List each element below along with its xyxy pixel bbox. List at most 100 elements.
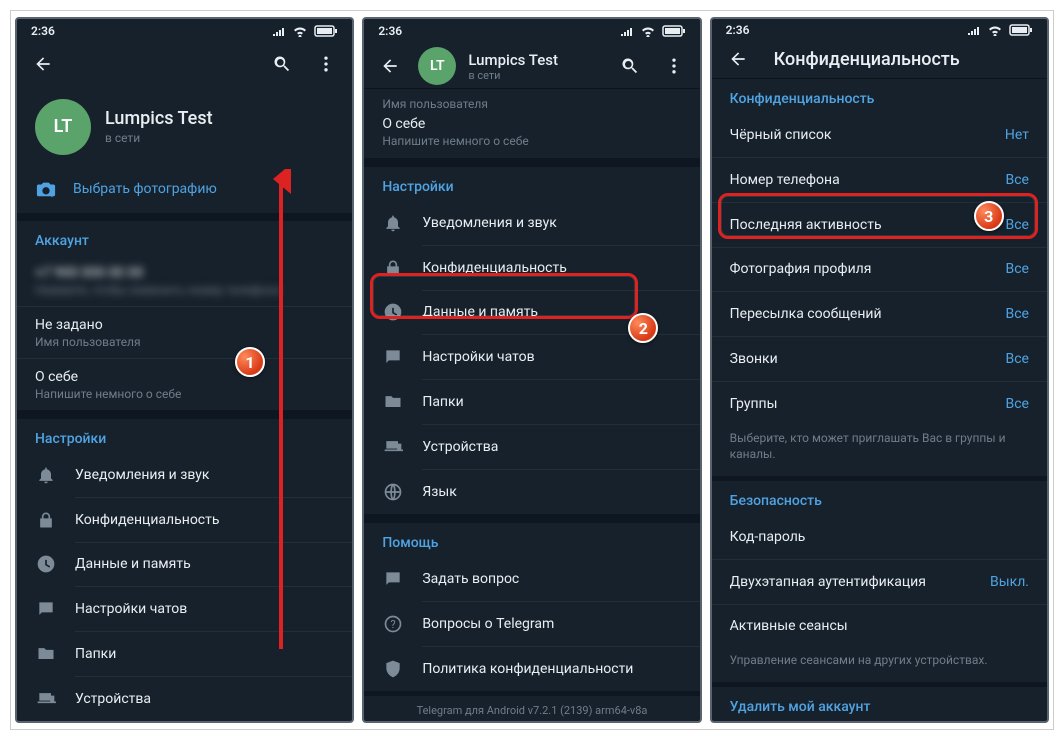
back-button[interactable] (374, 50, 406, 82)
settings-folders[interactable]: Папки (364, 380, 699, 424)
settings-chats[interactable]: Настройки чатов (364, 335, 699, 379)
forward-label: Пересылка сообщений (730, 306, 988, 322)
profile-header: LT Lumpics Test в сети (17, 85, 352, 165)
statusbar: 2:36 (364, 19, 699, 44)
battery-icon (1009, 24, 1033, 36)
privacy-calls[interactable]: Звонки Все (712, 337, 1047, 381)
section-help: Помощь (364, 523, 699, 557)
twofa-value: Выкл. (990, 574, 1029, 590)
blacklist-label: Чёрный список (730, 127, 987, 143)
about-label: Напишите немного о себе (382, 134, 681, 148)
appbar: Конфиденциальность (712, 40, 1047, 78)
data-icon (382, 302, 404, 322)
settings-devices[interactable]: Устройства (17, 677, 352, 721)
folders-label: Папки (75, 646, 116, 662)
about-label: Напишите немного о себе (35, 387, 334, 401)
help-ask[interactable]: Задать вопрос (364, 557, 699, 601)
phone-value: Все (1006, 172, 1029, 188)
settings-notifications[interactable]: Уведомления и звук (17, 453, 352, 497)
help-faq[interactable]: ? Вопросы о Telegram (364, 602, 699, 646)
folder-icon (35, 644, 57, 664)
settings-chats[interactable]: Настройки чатов (17, 587, 352, 631)
blacklist-value: Нет (1005, 127, 1029, 143)
search-button[interactable] (614, 50, 646, 82)
chat-icon (35, 599, 57, 619)
lock-icon (382, 258, 404, 278)
passcode-label: Код-пароль (730, 529, 1029, 545)
settings-notifications[interactable]: Уведомления и звук (364, 201, 699, 245)
about-value: О себе (35, 369, 334, 385)
settings-data[interactable]: Данные и память (17, 542, 352, 586)
devices-icon (382, 437, 404, 457)
more-button[interactable] (310, 48, 342, 80)
status-time: 2:36 (31, 24, 55, 38)
wifi-icon (292, 25, 308, 37)
security-twofa[interactable]: Двухэтапная аутентификация Выкл. (712, 560, 1047, 604)
search-button[interactable] (266, 48, 298, 80)
appbar (17, 43, 352, 85)
about-row[interactable]: О себе Напишите немного о себе (17, 359, 352, 410)
about-row[interactable]: О себе Напишите немного о себе (364, 113, 699, 157)
screen-1: 2:36 LT Lumpics Test в сети Выбрать фото… (15, 17, 354, 723)
delete-account[interactable]: Удалить мой аккаунт (712, 687, 1047, 721)
username-value: Не задано (35, 317, 334, 333)
wifi-icon (987, 24, 1003, 36)
security-passcode[interactable]: Код-пароль (712, 515, 1047, 559)
data-icon (35, 554, 57, 574)
settings-data[interactable]: Данные и память (364, 290, 699, 334)
settings-folders[interactable]: Папки (17, 632, 352, 676)
groups-value: Все (1006, 396, 1029, 412)
notifications-label: Уведомления и звук (422, 215, 556, 231)
username-row[interactable]: Не задано Имя пользователя (17, 307, 352, 358)
phone-label: Номер телефона (730, 172, 988, 188)
battery-icon (314, 25, 338, 37)
status-time: 2:36 (726, 23, 750, 37)
privacy-lastseen[interactable]: Последняя активность Все (712, 203, 1047, 247)
settings-language[interactable]: Язык (364, 470, 699, 514)
battery-icon (662, 25, 686, 37)
screen-3: 2:36 Конфиденциальность Конфиденциальнос… (710, 17, 1049, 723)
privacy-forward[interactable]: Пересылка сообщений Все (712, 292, 1047, 336)
camera-add-icon (35, 179, 57, 199)
signal-icon (620, 26, 634, 36)
privacy-phone[interactable]: Номер телефона Все (712, 158, 1047, 202)
security-sessions[interactable]: Активные сеансы (712, 604, 1047, 648)
svg-text:?: ? (391, 618, 396, 631)
choose-photo-label: Выбрать фотографию (73, 181, 217, 197)
globe-icon (382, 482, 404, 502)
data-label: Данные и память (422, 304, 538, 320)
choose-photo-button[interactable]: Выбрать фотографию (17, 165, 352, 213)
privacy-photo[interactable]: Фотография профиля Все (712, 247, 1047, 291)
settings-privacy[interactable]: Конфиденциальность (364, 246, 699, 290)
avatar[interactable]: LT (35, 99, 91, 155)
profile-name: Lumpics Test (468, 51, 558, 69)
appbar: LT Lumpics Test в сети (364, 44, 699, 88)
settings-privacy[interactable]: Конфиденциальность (17, 498, 352, 542)
lastseen-value: Все (1006, 217, 1029, 233)
more-button[interactable] (658, 50, 690, 82)
shield-icon (382, 659, 404, 679)
wifi-icon (640, 25, 656, 37)
sessions-label: Активные сеансы (730, 618, 1029, 634)
groups-label: Группы (730, 396, 988, 412)
account-blur-line2: Нажмите, чтобы изменить номер телефона (35, 283, 334, 297)
folders-label: Папки (422, 394, 463, 410)
account-phone-row[interactable]: +7 900 000 00 00 Нажмите, чтобы изменить… (17, 255, 352, 306)
back-button[interactable] (722, 43, 754, 75)
privacy-groups[interactable]: Группы Все (712, 382, 1047, 426)
profile-status: в сети (468, 69, 558, 82)
forward-value: Все (1006, 306, 1029, 322)
app-version: Telegram для Android v7.2.1 (2139) arm64… (364, 696, 699, 721)
profile-status: в сети (105, 131, 213, 145)
photo-label: Фотография профиля (730, 261, 988, 277)
account-blur-line1: +7 900 000 00 00 (35, 265, 334, 281)
back-button[interactable] (27, 48, 59, 80)
help-policy[interactable]: Политика конфиденциальности (364, 647, 699, 691)
settings-devices[interactable]: Устройства (364, 425, 699, 469)
policy-label: Политика конфиденциальности (422, 661, 633, 677)
avatar[interactable]: LT (418, 47, 456, 85)
chat-icon (382, 569, 404, 589)
chats-label: Настройки чатов (422, 349, 534, 365)
privacy-blacklist[interactable]: Чёрный список Нет (712, 113, 1047, 157)
username-label: Имя пользователя (35, 335, 334, 349)
